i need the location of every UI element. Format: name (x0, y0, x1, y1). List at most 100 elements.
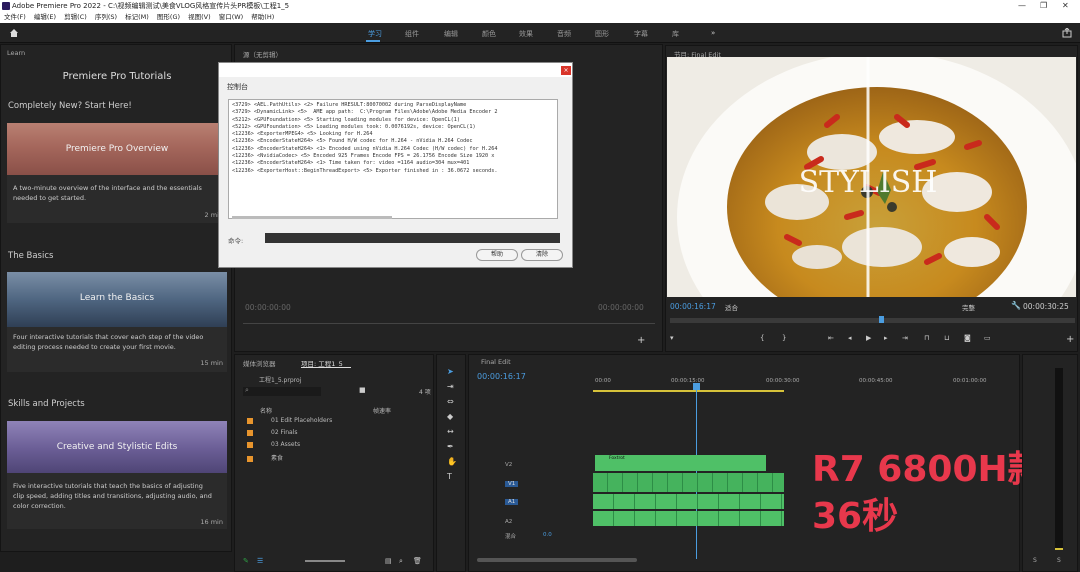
source-panel-label[interactable]: 源（无剪辑） (243, 49, 282, 59)
tutorial-card-overview[interactable]: Premiere Pro Overview A two-minute overv… (7, 123, 227, 223)
play-button[interactable]: ▶ (866, 334, 871, 342)
pencil-icon[interactable]: ✎ (243, 557, 249, 565)
track-label-a1[interactable]: A1 (505, 499, 519, 505)
column-name[interactable]: 名称 (260, 406, 272, 415)
timeline-scrollbar[interactable] (477, 558, 637, 562)
track-label-a2[interactable]: A2 (505, 519, 512, 525)
extract-button[interactable]: ⊔ (944, 334, 949, 342)
program-scrub-bar[interactable] (670, 318, 1075, 323)
list-view-icon[interactable]: ☰ (257, 557, 263, 565)
new-bin-icon[interactable]: ■ (359, 386, 366, 394)
source-add-button[interactable]: + (637, 335, 645, 346)
list-item[interactable]: 01 Edit Placeholders (247, 417, 332, 424)
quality-dropdown[interactable]: 完整 (962, 302, 975, 312)
help-button[interactable]: 帮助 (476, 249, 518, 261)
learn-panel: Learn Premiere Pro Tutorials Completely … (0, 44, 232, 552)
menu-graphics[interactable]: 图形(G) (157, 13, 180, 21)
step-back-button[interactable]: ◂ (848, 334, 852, 342)
comparison-view-icon[interactable]: ▭ (984, 334, 991, 342)
minimize-button[interactable]: — (1018, 0, 1026, 12)
hand-tool-icon[interactable]: ✋ (447, 457, 457, 466)
more-workspaces-icon[interactable]: » (711, 29, 715, 37)
clip-v1[interactable] (593, 473, 784, 492)
lift-button[interactable]: ⊓ (924, 334, 929, 342)
slip-tool-icon[interactable]: ↔ (447, 427, 454, 436)
playhead-handle[interactable] (693, 383, 700, 390)
orange-label-icon (247, 455, 253, 462)
menu-marker[interactable]: 标记(M) (125, 13, 149, 21)
menu-edit[interactable]: 编辑(E) (34, 13, 56, 21)
learn-panel-label[interactable]: Learn (7, 49, 25, 57)
camera-icon[interactable]: ◙ (964, 334, 971, 342)
tab-graphics[interactable]: 图形 (595, 29, 609, 39)
clip-v2[interactable]: Foxtrot (595, 455, 766, 471)
work-area-bar[interactable] (593, 390, 784, 392)
menu-help[interactable]: 帮助(H) (251, 13, 274, 21)
zoom-slider[interactable] (305, 560, 345, 562)
list-item[interactable]: 02 Finals (247, 429, 298, 436)
timeline-sequence-tab[interactable]: Final Edit (481, 358, 511, 366)
column-frame-rate[interactable]: 帧速率 (373, 406, 391, 415)
tab-underline (366, 40, 380, 42)
log-scrollbar[interactable] (232, 216, 392, 219)
tab-audio[interactable]: 音频 (557, 29, 571, 39)
tab-color[interactable]: 颜色 (482, 29, 496, 39)
clear-button[interactable]: 清除 (521, 249, 563, 261)
clip-a2[interactable] (593, 511, 784, 526)
title-bar: Adobe Premiere Pro 2022 - C:\视频编辑测试\美食VL… (0, 0, 1080, 12)
wrench-icon[interactable]: 🔧 (1011, 301, 1021, 310)
fish-dish-image: STYLISH (667, 57, 1076, 297)
tutorial-card-basics[interactable]: Learn the Basics Four interactive tutori… (7, 272, 227, 372)
program-timecode: 00:00:16:17 (670, 302, 716, 311)
program-playhead[interactable] (879, 316, 884, 323)
menu-file[interactable]: 文件(F) (4, 13, 26, 21)
tab-captions[interactable]: 字幕 (634, 29, 648, 39)
search-icon-bottom[interactable]: ⌕ (399, 557, 403, 566)
tab-assembly[interactable]: 组件 (405, 29, 419, 39)
tab-media-browser[interactable]: 媒体浏览器 (243, 358, 276, 368)
menu-view[interactable]: 视图(V) (188, 13, 211, 21)
clip-a1[interactable] (593, 494, 784, 509)
menu-window[interactable]: 窗口(W) (219, 13, 244, 21)
new-item-icon[interactable]: ▤ (385, 557, 392, 565)
home-icon[interactable] (9, 28, 19, 38)
mark-in-button[interactable]: { (760, 334, 764, 342)
tab-effects[interactable]: 效果 (519, 29, 533, 39)
console-close-button[interactable]: × (561, 66, 571, 75)
menu-clip[interactable]: 剪辑(C) (64, 13, 87, 21)
track-label-v2[interactable]: V2 (505, 462, 512, 468)
list-item[interactable]: 03 Assets (247, 441, 300, 448)
basics-thumbnail: Learn the Basics (7, 272, 227, 327)
step-forward-button[interactable]: ▸ (884, 334, 888, 342)
maximize-button[interactable]: ❐ (1040, 0, 1047, 12)
ripple-edit-icon[interactable]: ⇔ (447, 397, 454, 406)
tab-learning[interactable]: 学习 (368, 29, 382, 39)
type-tool-icon[interactable]: T (447, 472, 452, 481)
project-search-input[interactable] (243, 387, 321, 396)
trash-icon[interactable]: 🗑 (413, 557, 422, 565)
go-to-in-button[interactable]: ⇤ (828, 334, 834, 342)
track-select-icon[interactable]: ⇥ (447, 382, 454, 391)
razor-icon[interactable]: ◆ (447, 412, 453, 421)
go-to-out-button[interactable]: ⇥ (902, 334, 908, 342)
item-count: 4 项 (419, 389, 431, 396)
list-item[interactable]: 素食 (247, 453, 283, 462)
share-icon[interactable] (1062, 28, 1072, 38)
playhead-line[interactable] (696, 383, 697, 559)
menu-sequence[interactable]: 序列(S) (95, 13, 117, 21)
command-input[interactable] (265, 233, 560, 243)
tab-libraries[interactable]: 库 (672, 29, 679, 39)
fit-dropdown[interactable]: 适合 (725, 302, 738, 312)
track-label-v1[interactable]: V1 (505, 481, 519, 487)
pen-tool-icon[interactable]: ✒ (447, 442, 454, 451)
mark-out-button[interactable]: } (782, 334, 786, 342)
master-volume[interactable]: 0.0 (543, 532, 552, 538)
tutorial-card-creative[interactable]: Creative and Stylistic Edits Five intera… (7, 421, 227, 529)
close-button[interactable]: ✕ (1062, 0, 1069, 12)
selection-tool-icon[interactable]: ➤ (447, 367, 454, 376)
project-file-label: 工程1_5.prproj (259, 377, 302, 384)
add-marker-button[interactable]: ▾ (670, 334, 674, 342)
program-add-button[interactable]: + (1066, 334, 1074, 345)
timeline-timecode: 00:00:16:17 (477, 372, 526, 381)
tab-editing[interactable]: 编辑 (444, 29, 458, 39)
